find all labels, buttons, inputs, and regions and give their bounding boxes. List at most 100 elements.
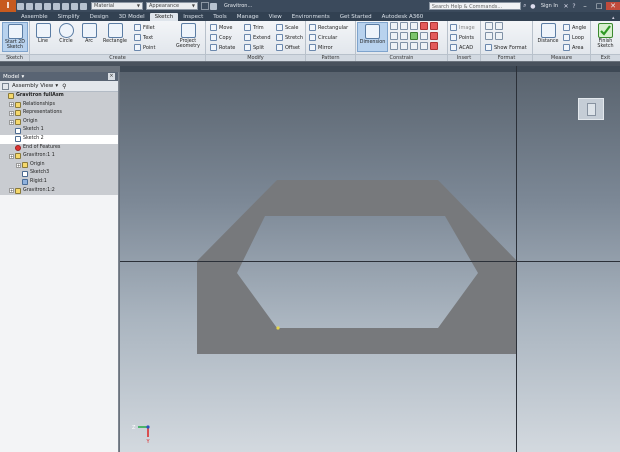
help-icon[interactable]: ? [570, 3, 578, 10]
point-button[interactable]: Point [134, 43, 155, 52]
user-icon[interactable]: ● [529, 3, 537, 10]
rectangular-pattern-button[interactable]: Rectangular [309, 23, 348, 32]
parallel-icon[interactable] [430, 22, 438, 30]
parameters-icon[interactable] [210, 2, 217, 10]
copy-button[interactable]: Copy [210, 33, 232, 42]
coincident-icon[interactable] [390, 22, 398, 30]
collinear-icon[interactable] [400, 22, 408, 30]
distance-button[interactable]: Distance [534, 22, 562, 52]
tree-item[interactable]: +End of Features [0, 143, 118, 153]
project-geometry-button[interactable]: Project Geometry [172, 22, 204, 52]
tab-assemble[interactable]: Assemble [16, 13, 53, 21]
return-icon[interactable] [71, 2, 78, 10]
help-search-input[interactable]: Search Help & Commands... [428, 2, 521, 10]
driven-dimension-icon[interactable] [495, 32, 503, 40]
tangent-icon[interactable] [420, 32, 428, 40]
smooth-icon[interactable] [430, 32, 438, 40]
tree-item[interactable]: + Gravitron:1:2 [0, 186, 118, 196]
symmetric-icon[interactable] [390, 42, 398, 50]
graphics-viewport[interactable]: Z Y [120, 66, 620, 452]
show-format-button[interactable]: Show Format [485, 43, 527, 52]
rotate-button[interactable]: Rotate [210, 43, 235, 52]
tree-item[interactable]: +Gravitron fullAsm [0, 92, 118, 101]
redo-icon[interactable] [53, 2, 60, 10]
circular-pattern-button[interactable]: Circular [309, 33, 337, 42]
extend-button[interactable]: Extend [244, 33, 271, 42]
delete-constraints-icon[interactable] [430, 42, 438, 50]
trim-button[interactable]: Trim [244, 23, 264, 32]
start-2d-sketch-button[interactable]: Start 2D Sketch [2, 22, 28, 52]
constraint-settings-icon[interactable] [420, 42, 428, 50]
text-button[interactable]: Text [134, 33, 153, 42]
tree-item[interactable]: +Sketch3 [0, 169, 118, 178]
tab-autodesk-a360[interactable]: Autodesk A360 [377, 13, 429, 21]
loop-button[interactable]: Loop [563, 33, 584, 42]
home-icon[interactable] [62, 2, 69, 10]
sketch-point[interactable] [276, 326, 280, 330]
exchange-icon[interactable]: ✕ [562, 3, 570, 10]
close-button[interactable]: ✕ [606, 2, 620, 10]
stretch-button[interactable]: Stretch [276, 33, 303, 42]
arc-button[interactable]: Arc [77, 22, 101, 52]
tree-item[interactable]: +Sketch 2 [0, 134, 118, 144]
tree-item[interactable]: + Gravitron:1 1 [0, 152, 118, 161]
hexagonal-profile[interactable] [197, 180, 517, 354]
save-icon[interactable] [35, 2, 42, 10]
tree-item[interactable]: + Representations [0, 109, 118, 118]
binoculars-icon[interactable]: ⚲ [62, 83, 66, 90]
expand-icon[interactable]: + [9, 102, 14, 108]
tree-item[interactable]: + Origin [0, 117, 118, 127]
move-button[interactable]: Move [210, 23, 232, 32]
tree-item[interactable]: +Sketch 1 [0, 126, 118, 135]
centerline-icon[interactable] [495, 22, 503, 30]
tab-tools[interactable]: Tools [208, 13, 232, 21]
acad-button[interactable]: ACAD [450, 43, 473, 52]
viewcube[interactable] [578, 98, 604, 120]
open-icon[interactable] [26, 2, 33, 10]
horizontal-icon[interactable] [400, 32, 408, 40]
undo-icon[interactable] [44, 2, 51, 10]
maximize-button[interactable]: □ [592, 2, 606, 10]
mirror-button[interactable]: Mirror [309, 43, 333, 52]
assembly-view-dropdown[interactable]: Assembly View ▾ [12, 83, 58, 89]
split-button[interactable]: Split [244, 43, 264, 52]
center-point-icon[interactable] [485, 32, 493, 40]
tree-item[interactable]: + Origin [0, 160, 118, 170]
rectangle-button[interactable]: Rectangle [100, 22, 130, 52]
filter-icon[interactable] [2, 82, 9, 90]
perpendicular-icon[interactable] [390, 32, 398, 40]
construction-icon[interactable] [485, 22, 493, 30]
update-icon[interactable] [80, 2, 87, 10]
appearance-dropdown[interactable]: Appearance ▼ [146, 2, 198, 10]
tab-3d-model[interactable]: 3D Model [114, 13, 150, 21]
chevron-down-icon[interactable]: ▾ [22, 74, 25, 80]
tree-item[interactable]: +Rigid:1 [0, 177, 118, 187]
tab-manage[interactable]: Manage [232, 13, 264, 21]
viewcube-face[interactable] [587, 103, 596, 116]
expand-icon[interactable]: + [9, 119, 14, 125]
image-button[interactable]: Image [450, 23, 475, 32]
app-logo[interactable]: I [0, 0, 16, 12]
tab-inspect[interactable]: Inspect [178, 13, 208, 21]
vertical-icon[interactable] [410, 32, 418, 40]
tab-sketch[interactable]: Sketch [149, 13, 179, 21]
color-override-icon[interactable] [201, 2, 209, 10]
finish-sketch-button[interactable]: Finish Sketch [593, 22, 618, 52]
expand-icon[interactable]: + [9, 110, 14, 116]
expand-icon[interactable]: + [9, 153, 14, 159]
material-dropdown[interactable]: Material ▼ [91, 2, 143, 10]
tree-item[interactable]: + Relationships [0, 100, 118, 110]
browser-close-icon[interactable]: × [108, 73, 115, 80]
concentric-icon[interactable] [410, 22, 418, 30]
area-button[interactable]: Area [563, 43, 584, 52]
points-button[interactable]: Points [450, 33, 474, 42]
offset-button[interactable]: Offset [276, 43, 300, 52]
minimize-button[interactable]: – [578, 2, 592, 10]
expand-icon[interactable]: + [9, 188, 14, 194]
line-button[interactable]: Line [31, 22, 55, 52]
new-icon[interactable] [17, 2, 24, 10]
sketch-canvas[interactable] [120, 66, 620, 452]
browser-title[interactable]: Model [3, 74, 20, 80]
sign-in-link[interactable]: Sign In [541, 3, 558, 9]
tab-design[interactable]: Design [85, 13, 114, 21]
